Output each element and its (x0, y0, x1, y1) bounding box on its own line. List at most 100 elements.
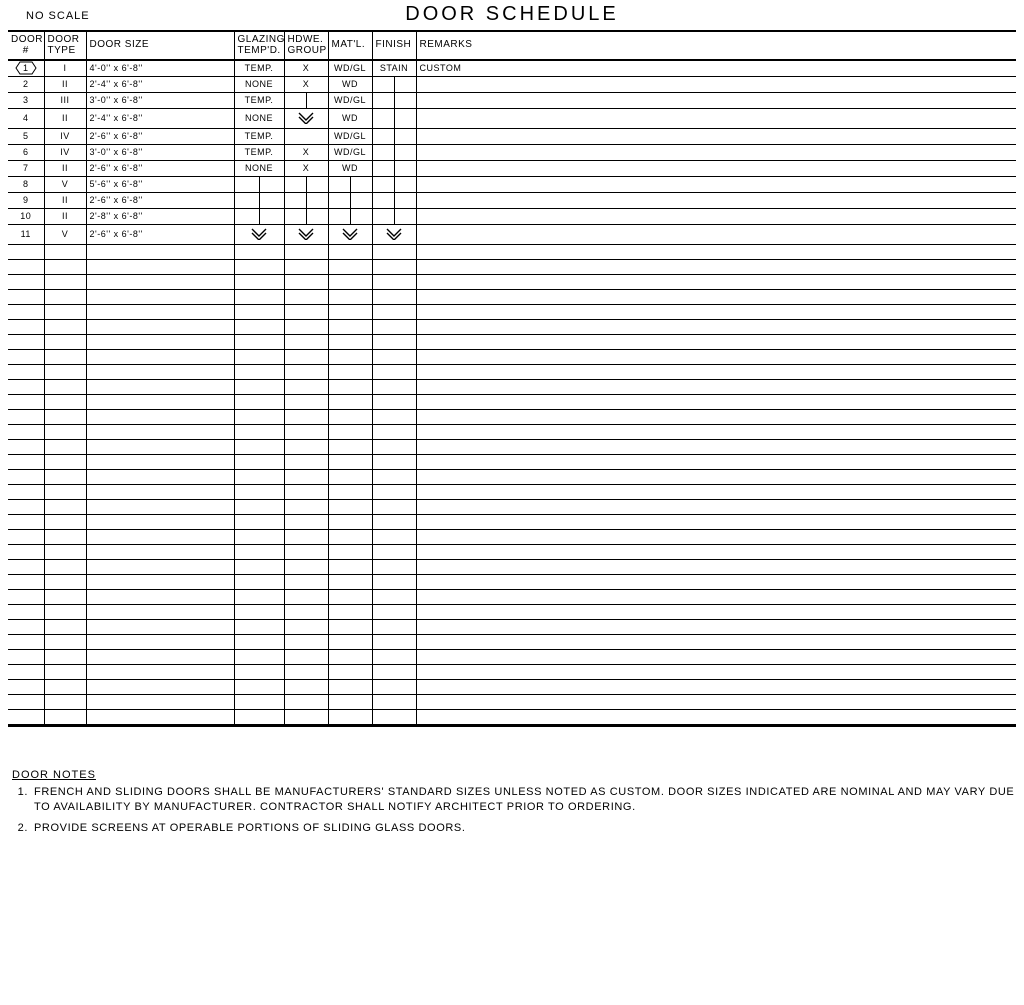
empty-cell (8, 620, 44, 635)
empty-cell (86, 335, 234, 350)
cell-glazing: TEMP. (234, 93, 284, 109)
table-row (8, 275, 1016, 290)
empty-cell (86, 455, 234, 470)
empty-cell (284, 710, 328, 725)
table-row: 5IV2'-6'' x 6'-8''TEMP.WD/GL (8, 129, 1016, 145)
empty-cell (284, 560, 328, 575)
table-row (8, 425, 1016, 440)
empty-cell (234, 290, 284, 305)
empty-cell (328, 635, 372, 650)
cell-hdwe (284, 177, 328, 193)
empty-cell (8, 695, 44, 710)
empty-cell (284, 530, 328, 545)
cell-finish (372, 177, 416, 193)
table-row: 4II2'-4'' x 6'-8''NONEWD (8, 109, 1016, 129)
empty-cell (372, 260, 416, 275)
empty-cell (328, 680, 372, 695)
cell-door-num: 8 (8, 177, 44, 193)
cell-finish (372, 209, 416, 225)
empty-cell (284, 500, 328, 515)
table-row (8, 605, 1016, 620)
empty-cell (416, 590, 1016, 605)
empty-cell (8, 320, 44, 335)
empty-cell (86, 665, 234, 680)
cell-finish (372, 145, 416, 161)
ditto-arrow-icon (297, 226, 315, 240)
empty-cell (416, 710, 1016, 725)
empty-cell (44, 650, 86, 665)
empty-cell (8, 530, 44, 545)
empty-cell (234, 590, 284, 605)
empty-cell (8, 665, 44, 680)
empty-cell (86, 560, 234, 575)
empty-cell (86, 245, 234, 260)
empty-cell (234, 425, 284, 440)
empty-cell (328, 290, 372, 305)
table-row (8, 665, 1016, 680)
empty-cell (416, 680, 1016, 695)
cell-matl: WD/GL (328, 60, 372, 77)
empty-cell (234, 515, 284, 530)
cell-door-num: 3 (8, 93, 44, 109)
empty-cell (234, 575, 284, 590)
empty-cell (328, 560, 372, 575)
empty-cell (328, 470, 372, 485)
empty-cell (372, 515, 416, 530)
empty-cell (328, 380, 372, 395)
empty-cell (328, 365, 372, 380)
cell-matl (328, 177, 372, 193)
empty-cell (284, 245, 328, 260)
empty-cell (284, 470, 328, 485)
empty-cell (86, 410, 234, 425)
cell-door-type: II (44, 209, 86, 225)
empty-cell (234, 650, 284, 665)
empty-cell (284, 455, 328, 470)
empty-cell (86, 650, 234, 665)
empty-cell (86, 695, 234, 710)
empty-cell (86, 575, 234, 590)
empty-cell (416, 605, 1016, 620)
note-number: 1. (12, 785, 28, 815)
col-door-size: DOOR SIZE (86, 32, 234, 60)
cell-door-size: 4'-0'' x 6'-8'' (86, 60, 234, 77)
cell-door-size: 2'-6'' x 6'-8'' (86, 193, 234, 209)
empty-cell (372, 440, 416, 455)
table-row (8, 410, 1016, 425)
empty-cell (284, 635, 328, 650)
table-row (8, 320, 1016, 335)
empty-cell (416, 500, 1016, 515)
table-row (8, 560, 1016, 575)
empty-cell (284, 395, 328, 410)
empty-cell (44, 365, 86, 380)
cell-matl: WD/GL (328, 129, 372, 145)
cell-finish (372, 129, 416, 145)
empty-cell (8, 515, 44, 530)
empty-cell (416, 305, 1016, 320)
empty-cell (416, 560, 1016, 575)
empty-cell (8, 545, 44, 560)
empty-cell (234, 275, 284, 290)
cell-door-size: 2'-6'' x 6'-8'' (86, 225, 234, 245)
empty-cell (44, 305, 86, 320)
empty-cell (372, 575, 416, 590)
empty-cell (328, 530, 372, 545)
cell-remarks (416, 225, 1016, 245)
empty-cell (284, 695, 328, 710)
table-row: 8V5'-6'' x 6'-8'' (8, 177, 1016, 193)
empty-cell (234, 365, 284, 380)
empty-cell (328, 575, 372, 590)
empty-cell (372, 425, 416, 440)
empty-cell (234, 470, 284, 485)
empty-cell (284, 590, 328, 605)
cell-glazing: TEMP. (234, 60, 284, 77)
empty-cell (416, 245, 1016, 260)
empty-cell (8, 470, 44, 485)
empty-cell (234, 395, 284, 410)
empty-cell (416, 320, 1016, 335)
empty-cell (44, 560, 86, 575)
cell-matl (328, 225, 372, 245)
empty-cell (416, 260, 1016, 275)
door-schedule-table: DOOR # DOOR TYPE DOOR SIZE GLAZING TEMP'… (8, 32, 1016, 725)
cell-door-num: 11 (8, 225, 44, 245)
cell-door-num: 5 (8, 129, 44, 145)
